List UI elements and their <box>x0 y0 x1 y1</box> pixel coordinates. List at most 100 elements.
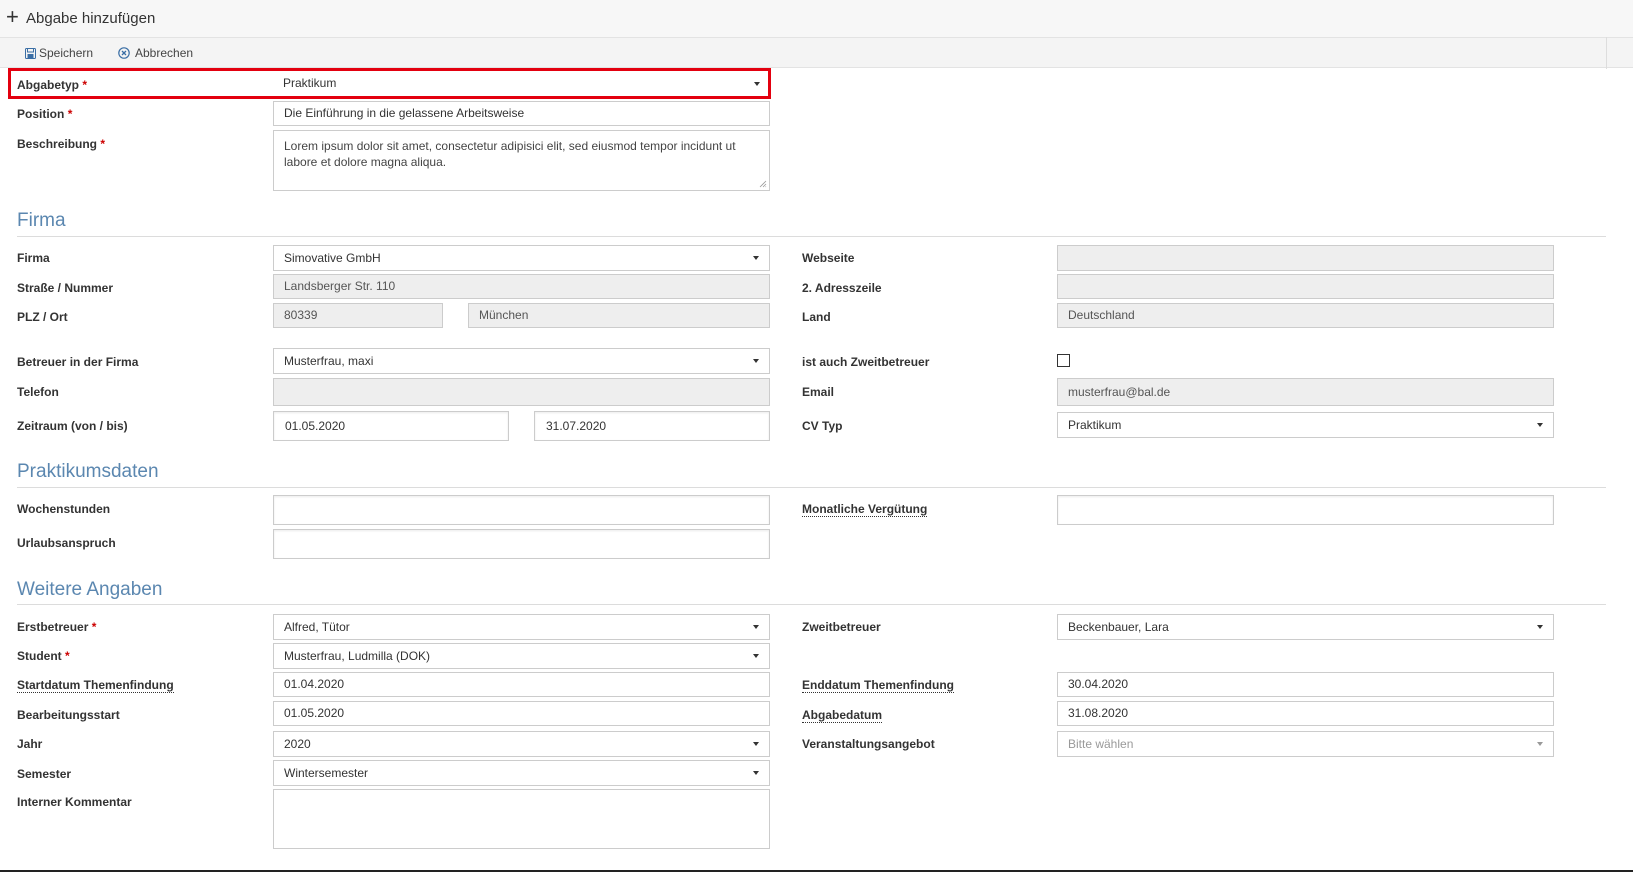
zweitbetreuer-label: Zweitbetreuer <box>802 620 881 634</box>
veranstaltung-placeholder: Bitte wählen <box>1068 737 1134 751</box>
strasse-field: Landsberger Str. 110 <box>273 274 770 299</box>
firma-select[interactable]: Simovative GmbH <box>273 245 770 271</box>
urlaubsanspruch-input[interactable] <box>273 529 770 559</box>
dialog-header: + Abgabe hinzufügen <box>0 0 1633 37</box>
verguetung-label: Monatliche Vergütung <box>802 502 928 517</box>
bearbeitungsstart-input[interactable]: 01.05.2020 <box>273 701 770 726</box>
semester-value: Wintersemester <box>284 766 369 780</box>
student-select[interactable]: Musterfrau, Ludmilla (DOK) <box>273 643 770 669</box>
section-divider <box>17 604 1606 605</box>
land-label: Land <box>802 310 831 324</box>
land-field: Deutschland <box>1057 303 1554 328</box>
startdatum-input[interactable]: 01.04.2020 <box>273 672 770 697</box>
jahr-select[interactable]: 2020 <box>273 731 770 757</box>
veranstaltung-label: Veranstaltungsangebot <box>802 737 935 751</box>
zeitraum-label: Zeitraum (von / bis) <box>17 419 128 433</box>
student-label: Student * <box>17 649 70 663</box>
abgabetyp-select[interactable]: Praktikum <box>273 72 770 96</box>
position-input[interactable]: Die Einführung in die gelassene Arbeitsw… <box>273 101 770 126</box>
land-value: Deutschland <box>1068 308 1135 322</box>
plz-field: 80339 <box>273 303 443 328</box>
startdatum-value: 01.04.2020 <box>284 677 345 691</box>
ort-value: München <box>479 308 529 322</box>
jahr-label: Jahr <box>17 737 43 751</box>
kommentar-label: Interner Kommentar <box>17 795 132 809</box>
plz-ort-label: PLZ / Ort <box>17 310 68 324</box>
cancel-button-label: Abbrechen <box>135 46 194 60</box>
cv-typ-value: Praktikum <box>1068 418 1122 432</box>
zeitraum-von-value: 01.05.2020 <box>285 419 346 433</box>
save-button[interactable]: Speichern <box>25 46 93 60</box>
dialog-title: Abgabe hinzufügen <box>26 10 156 27</box>
zweitbetreuer-flag-label: ist auch Zweitbetreuer <box>802 355 930 369</box>
enddatum-value: 30.04.2020 <box>1068 677 1129 691</box>
cv-typ-select[interactable]: Praktikum <box>1057 412 1554 438</box>
chevron-down-icon <box>1537 423 1543 427</box>
position-label: Position * <box>17 107 73 121</box>
chevron-down-icon <box>753 654 759 658</box>
chevron-down-icon <box>753 742 759 746</box>
zeitraum-von-input[interactable]: 01.05.2020 <box>273 411 509 441</box>
zweitbetreuer-select[interactable]: Beckenbauer, Lara <box>1057 614 1554 640</box>
chevron-down-icon <box>753 256 759 260</box>
urlaubsanspruch-label: Urlaubsanspruch <box>17 536 116 550</box>
abgabedatum-label: Abgabedatum <box>802 708 883 723</box>
firma-label: Firma <box>17 251 50 265</box>
erstbetreuer-value: Alfred, Tütor <box>284 620 350 634</box>
chevron-down-icon <box>753 625 759 629</box>
ort-field: München <box>468 303 770 328</box>
chevron-down-icon <box>753 771 759 775</box>
section-divider <box>17 487 1606 488</box>
kommentar-textarea[interactable] <box>273 789 770 849</box>
beschreibung-label: Beschreibung * <box>17 137 106 151</box>
telefon-field <box>273 378 770 406</box>
erstbetreuer-label: Erstbetreuer * <box>17 620 97 634</box>
betreuer-value: Musterfrau, maxi <box>284 354 374 368</box>
position-value: Die Einführung in die gelassene Arbeitsw… <box>284 106 525 120</box>
chevron-down-icon <box>1537 625 1543 629</box>
enddatum-input[interactable]: 30.04.2020 <box>1057 672 1554 697</box>
startdatum-label: Startdatum Themenfindung <box>17 678 174 693</box>
chevron-down-icon <box>754 82 760 86</box>
adresszeile2-label: 2. Adresszeile <box>802 281 882 295</box>
semester-select[interactable]: Wintersemester <box>273 760 770 786</box>
jahr-value: 2020 <box>284 737 311 751</box>
webseite-field <box>1057 245 1554 271</box>
veranstaltung-select[interactable]: Bitte wählen <box>1057 731 1554 757</box>
adresszeile2-field <box>1057 274 1554 299</box>
abgabetyp-value: Praktikum <box>283 76 337 90</box>
abgabedatum-value: 31.08.2020 <box>1068 706 1129 720</box>
enddatum-label: Enddatum Themenfindung <box>802 678 954 693</box>
verguetung-input[interactable] <box>1057 495 1554 525</box>
wochenstunden-input[interactable] <box>273 495 770 525</box>
firma-value: Simovative GmbH <box>284 251 381 265</box>
cancel-circle-icon <box>118 47 130 59</box>
zeitraum-bis-input[interactable]: 31.07.2020 <box>534 411 770 441</box>
bearbeitungsstart-label: Bearbeitungsstart <box>17 708 120 722</box>
strasse-label: Straße / Nummer <box>17 281 114 295</box>
telefon-label: Telefon <box>17 385 59 399</box>
email-value: musterfrau@bal.de <box>1068 385 1171 399</box>
plz-value: 80339 <box>284 308 318 322</box>
webseite-label: Webseite <box>802 251 855 265</box>
zweitbetreuer-value: Beckenbauer, Lara <box>1068 620 1169 634</box>
betreuer-select[interactable]: Musterfrau, maxi <box>273 348 770 374</box>
email-label: Email <box>802 385 835 399</box>
email-field: musterfrau@bal.de <box>1057 378 1554 406</box>
section-divider <box>17 236 1606 237</box>
semester-label: Semester <box>17 767 72 781</box>
plus-icon: + <box>6 4 19 29</box>
save-button-label: Speichern <box>39 46 94 60</box>
erstbetreuer-select[interactable]: Alfred, Tütor <box>273 614 770 640</box>
student-value: Musterfrau, Ludmilla (DOK) <box>284 649 431 663</box>
chevron-down-icon <box>753 359 759 363</box>
zweitbetreuer-checkbox[interactable] <box>1057 354 1070 367</box>
resize-handle-icon[interactable] <box>759 180 767 188</box>
wochenstunden-label: Wochenstunden <box>17 502 111 516</box>
strasse-value: Landsberger Str. 110 <box>284 279 396 293</box>
chevron-down-icon <box>1537 742 1543 746</box>
cancel-button[interactable]: Abbrechen <box>118 46 193 60</box>
abgabedatum-input[interactable]: 31.08.2020 <box>1057 701 1554 726</box>
toolbar-edge <box>1606 37 1607 69</box>
beschreibung-textarea[interactable]: Lorem ipsum dolor sit amet, consectetur … <box>273 130 770 191</box>
